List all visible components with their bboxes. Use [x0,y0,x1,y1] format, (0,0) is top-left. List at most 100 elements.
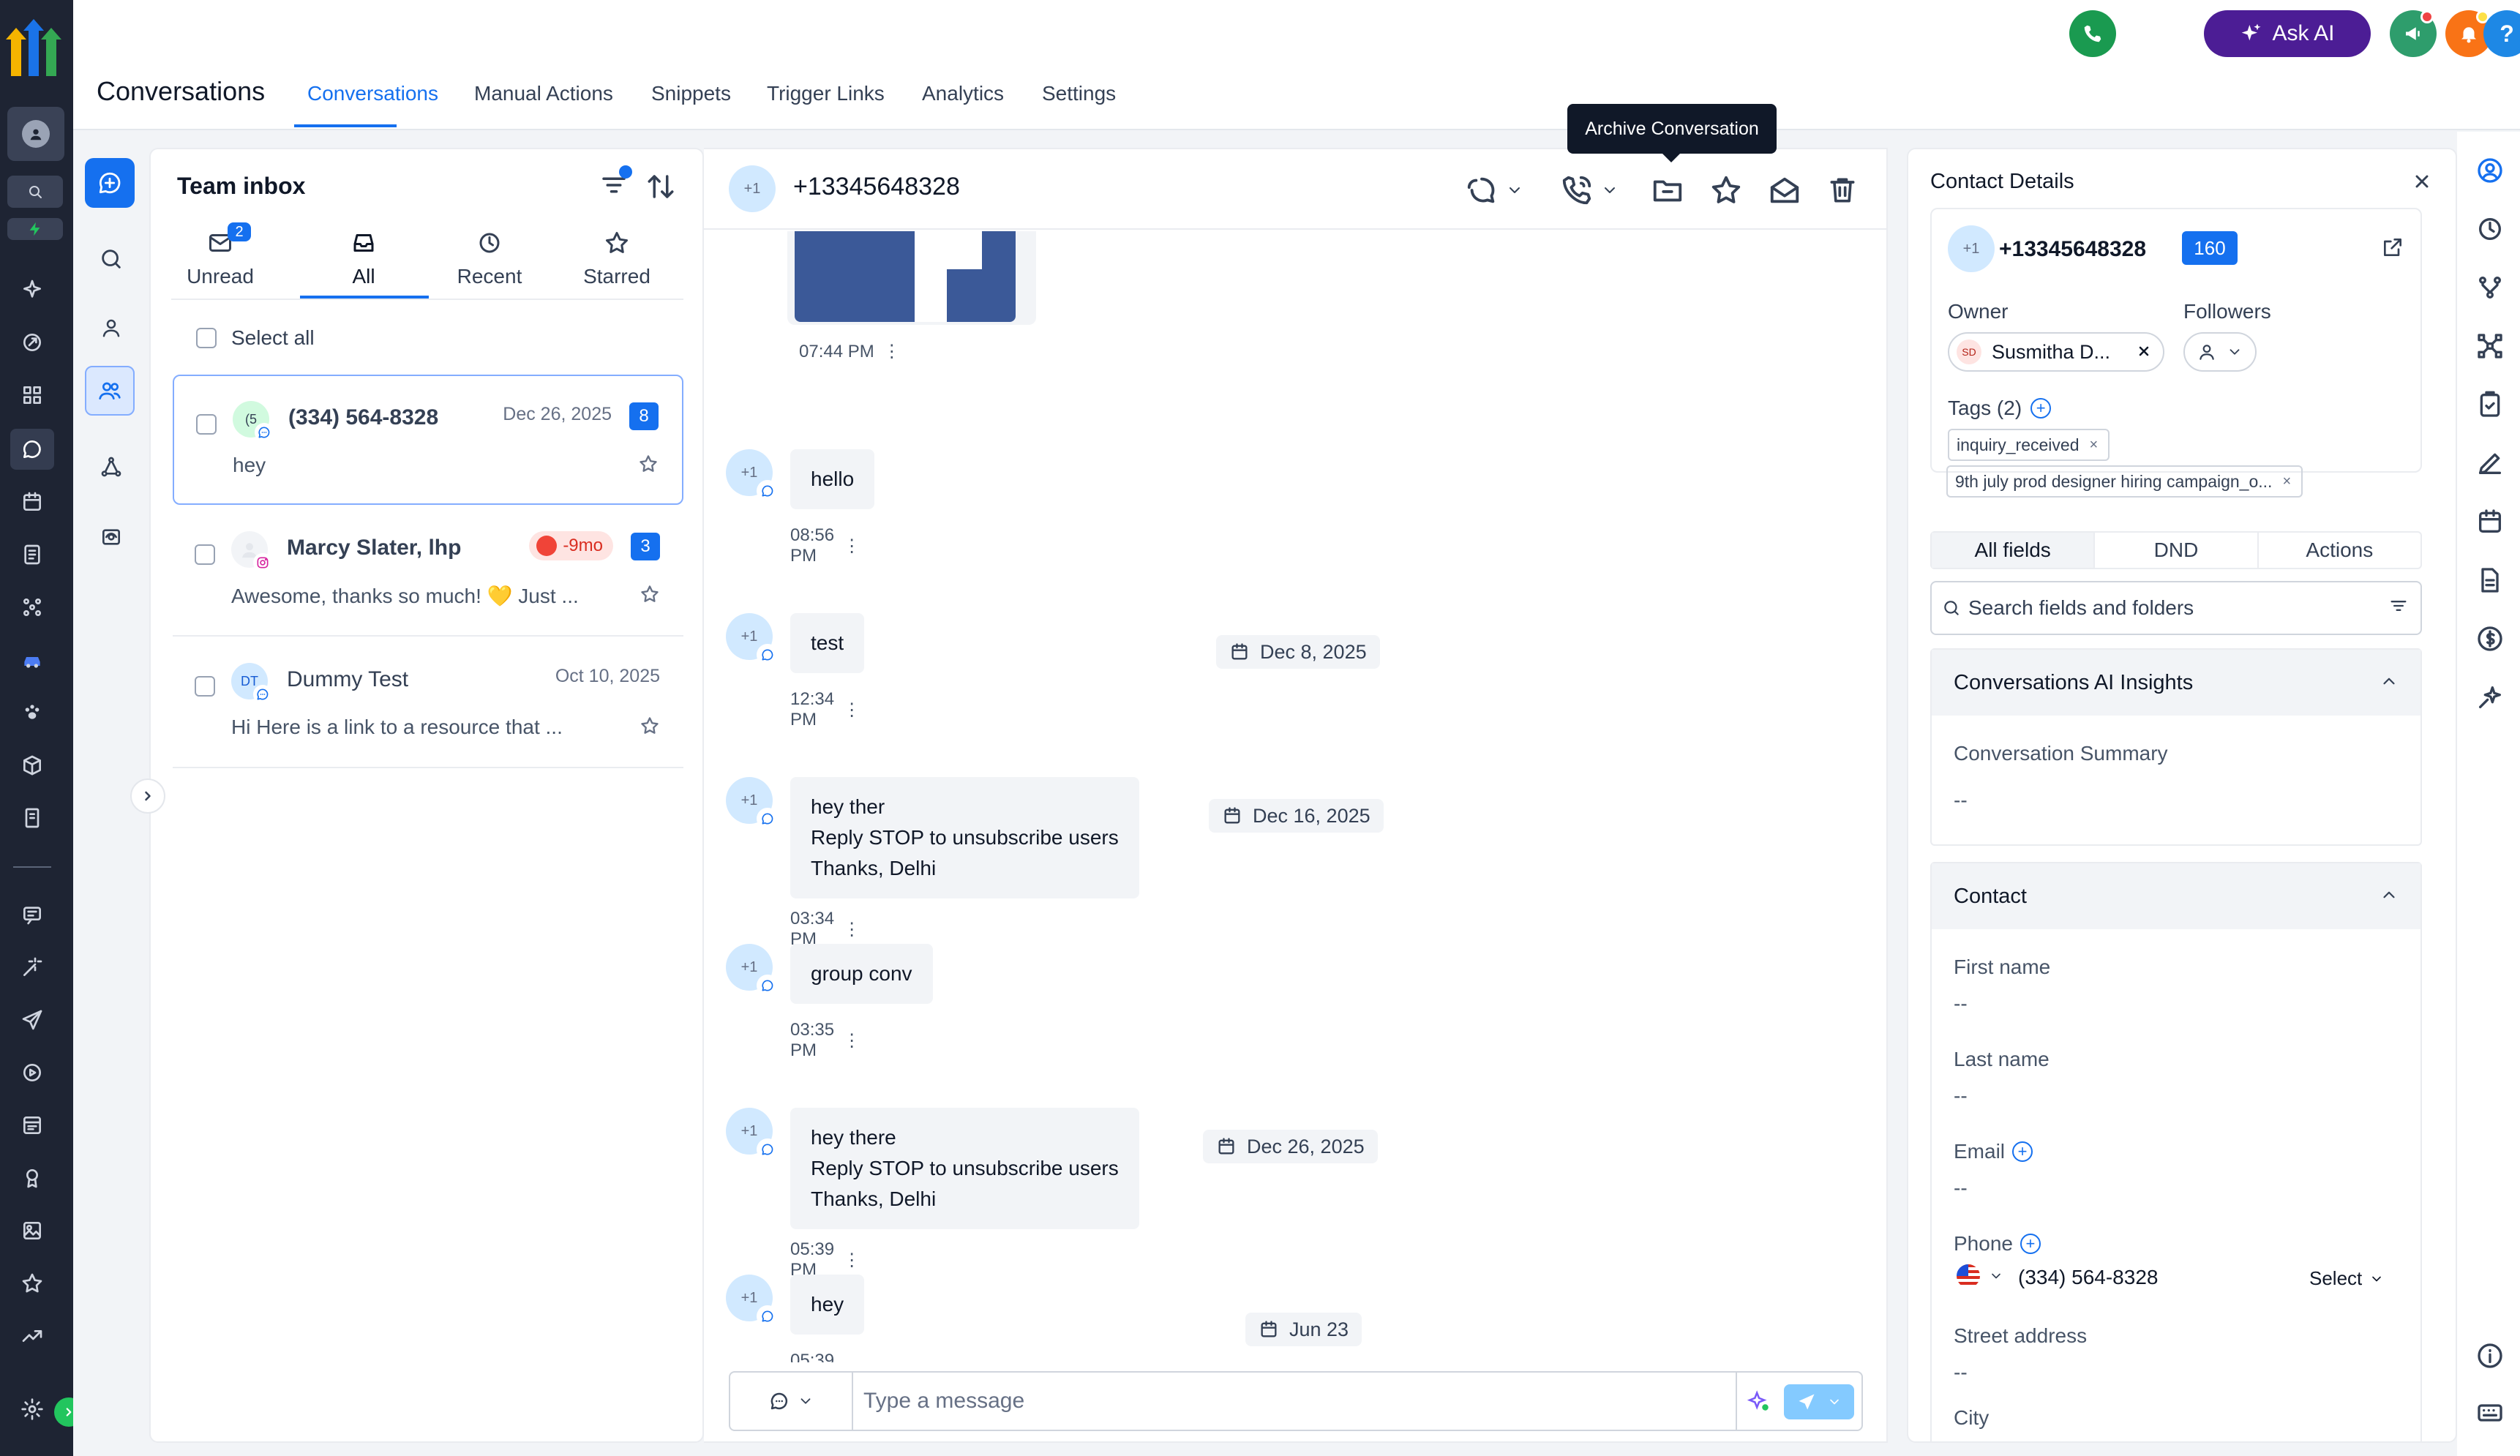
field-filter-icon[interactable] [2388,596,2409,616]
sidebar-item-marketing[interactable] [16,697,48,729]
followers-selector[interactable] [2183,332,2257,372]
keyboard-shortcuts-tool[interactable] [2472,1395,2508,1431]
mark-read-button[interactable] [1768,170,1801,211]
country-selector[interactable] [1954,1264,2003,1288]
contact-details-tool[interactable] [2472,152,2508,189]
add-email-icon[interactable]: + [2012,1141,2033,1162]
ai-tool[interactable] [2472,679,2508,716]
tab-snippets[interactable]: Snippets [651,82,731,105]
inbox-tab-unread[interactable]: 2 Unread [165,222,275,297]
sidebar-item-reporting[interactable] [16,1320,48,1352]
tab-trigger-links[interactable]: Trigger Links [767,82,885,105]
sidebar-item-contacts[interactable] [16,539,48,571]
channel-type-selector[interactable] [730,1373,853,1430]
workflows-tool[interactable] [2472,269,2508,306]
close-panel-button[interactable] [2412,171,2432,192]
first-name-value[interactable]: -- [1954,992,1968,1016]
ai-insights-header[interactable]: Conversations AI Insights [1932,650,2420,716]
sidebar-item-automation[interactable] [16,749,48,781]
help-button[interactable]: ? [2483,10,2520,57]
sidebar-item-settings[interactable] [16,1393,48,1425]
appointments-tool[interactable] [2472,503,2508,540]
channel-switcher[interactable] [1465,170,1523,211]
owner-selector[interactable]: SD Susmitha D... [1948,332,2164,372]
my-inbox-button[interactable] [91,307,132,348]
phone-type-select[interactable]: Select [2309,1267,2384,1290]
sidebar-item-media-library[interactable] [16,1215,48,1247]
message-input[interactable] [863,1383,1705,1419]
archive-button[interactable] [1651,170,1684,211]
app-logo[interactable] [4,18,63,79]
ask-ai-button[interactable]: Ask AI [2204,10,2371,57]
sidebar-item-ai[interactable] [16,274,48,306]
activity-tool[interactable] [2472,211,2508,247]
conversation-item[interactable]: DT Dummy Test Oct 10, 2025 Hi Here is a … [173,638,683,768]
tab-settings[interactable]: Settings [1042,82,1116,105]
notes-tool[interactable] [2472,445,2508,481]
sidebar-item-memberships[interactable] [16,1109,48,1141]
sidebar-item-launchpad[interactable] [16,326,48,359]
add-tag-icon[interactable]: + [2030,398,2052,419]
inbox-tab-recent[interactable]: Recent [435,228,544,297]
call-button[interactable] [1560,170,1619,211]
tab-conversations[interactable]: Conversations [307,82,438,105]
add-phone-icon[interactable]: + [2020,1234,2041,1254]
sidebar-item-payments[interactable] [16,644,48,676]
sidebar-item-calendars[interactable] [16,486,48,518]
contact-section-header[interactable]: Contact [1932,863,2420,929]
preview-button[interactable] [91,517,132,558]
conversation-item[interactable]: Marcy Slater, lhp -9mo 3 Awesome, thanks… [173,506,683,637]
expand-panel-button[interactable] [130,778,165,814]
sidebar-item-media[interactable] [16,1057,48,1089]
workflows-button[interactable] [91,446,132,487]
remove-tag-icon[interactable]: × [2282,473,2291,490]
conversation-checkbox[interactable] [196,414,217,435]
open-contact-button[interactable] [2381,236,2404,259]
phone-value[interactable]: (334) 564-8328 [2018,1266,2158,1289]
sidebar-item-favorites[interactable] [16,1267,48,1299]
account-switcher[interactable] [7,107,64,161]
message-thread[interactable]: 07:44 PM ⋮ +1 hello 08:56 PM ⋮ Dec 8, 2025… [704,231,1886,1362]
sidebar-item-dashboard[interactable] [16,379,48,411]
sidebar-item-opportunities[interactable] [16,591,48,623]
new-message-button[interactable] [85,158,135,208]
star-conversation-button[interactable] [1709,170,1743,211]
select-all-checkbox[interactable] [196,328,217,348]
tasks-tool[interactable] [2472,386,2508,423]
star-icon[interactable] [640,584,660,604]
sidebar-item-reputation[interactable] [16,898,48,931]
last-name-value[interactable]: -- [1954,1084,1968,1108]
conversation-checkbox[interactable] [195,676,215,697]
conversation-checkbox[interactable] [195,544,215,565]
opportunities-tool[interactable] [2472,328,2508,364]
sidebar-item-conversations[interactable] [10,429,54,470]
street-address-value[interactable]: -- [1954,1361,1968,1384]
star-icon[interactable] [638,454,659,474]
select-all[interactable]: Select all [196,326,315,350]
tab-all-fields[interactable]: All fields [1932,533,2096,568]
sidebar-item-send[interactable] [16,1004,48,1036]
send-button[interactable] [1784,1384,1854,1419]
field-search-input[interactable] [1968,596,2378,620]
tab-analytics[interactable]: Analytics [922,82,1004,105]
documents-tool[interactable] [2472,562,2508,598]
delete-button[interactable] [1826,170,1859,211]
payments-tool[interactable] [2472,620,2508,657]
inbox-tab-all[interactable]: All [309,228,419,297]
inbox-tab-starred[interactable]: Starred [562,228,672,297]
email-value[interactable]: -- [1954,1177,1968,1200]
quick-actions-button[interactable] [7,218,63,240]
tab-dnd[interactable]: DND [2095,533,2259,568]
sidebar-item-ai-agents[interactable] [16,951,48,983]
remove-owner-icon[interactable] [2135,342,2153,360]
search-conversations-button[interactable] [91,239,132,279]
tab-actions[interactable]: Actions [2259,533,2420,568]
remove-tag-icon[interactable]: × [2089,437,2098,454]
sidebar-item-badges[interactable] [16,1162,48,1194]
info-tool[interactable] [2472,1337,2508,1374]
sort-button[interactable] [645,171,676,202]
global-search-button[interactable] [7,176,63,208]
star-icon[interactable] [640,716,660,736]
filter-button[interactable] [599,165,632,200]
conversation-item[interactable]: (5 (334) 564-8328 Dec 26, 2025 8 hey [173,375,683,505]
